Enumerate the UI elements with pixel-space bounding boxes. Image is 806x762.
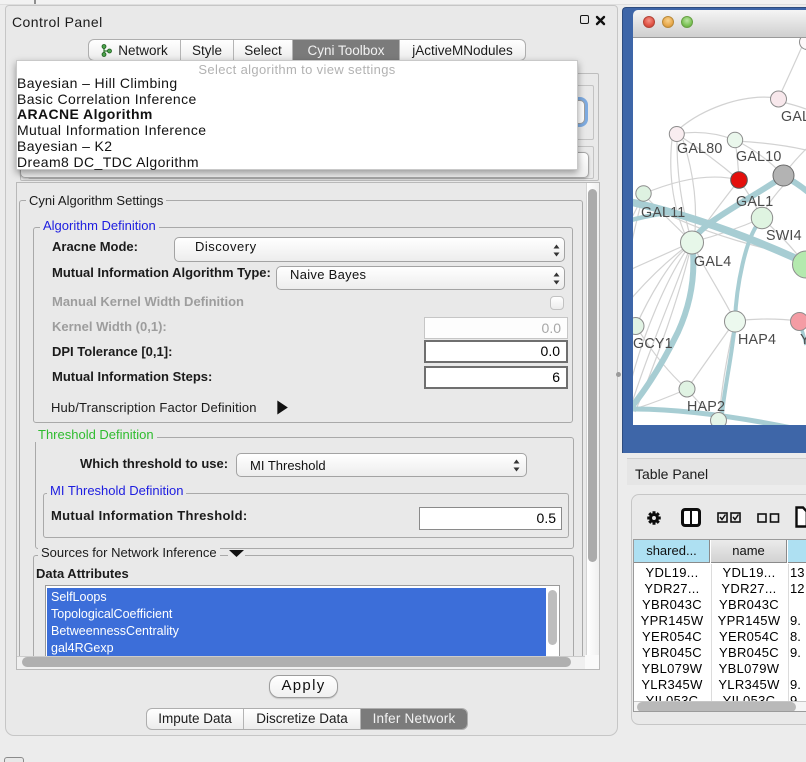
svg-text:GCY1: GCY1 [633,336,673,352]
svg-text:GAL1: GAL1 [736,194,773,210]
svg-text:HAP4: HAP4 [738,332,776,348]
svg-text:GAL10: GAL10 [736,149,782,165]
svg-text:GAL11: GAL11 [641,205,685,221]
svg-text:GAL4: GAL4 [694,254,731,270]
svg-text:HAP2: HAP2 [687,399,725,415]
svg-text:GAL2: GAL2 [781,109,806,125]
svg-text:SWI4: SWI4 [766,228,802,244]
svg-text:GAL80: GAL80 [677,141,723,157]
svg-text:Y: Y [800,332,806,348]
